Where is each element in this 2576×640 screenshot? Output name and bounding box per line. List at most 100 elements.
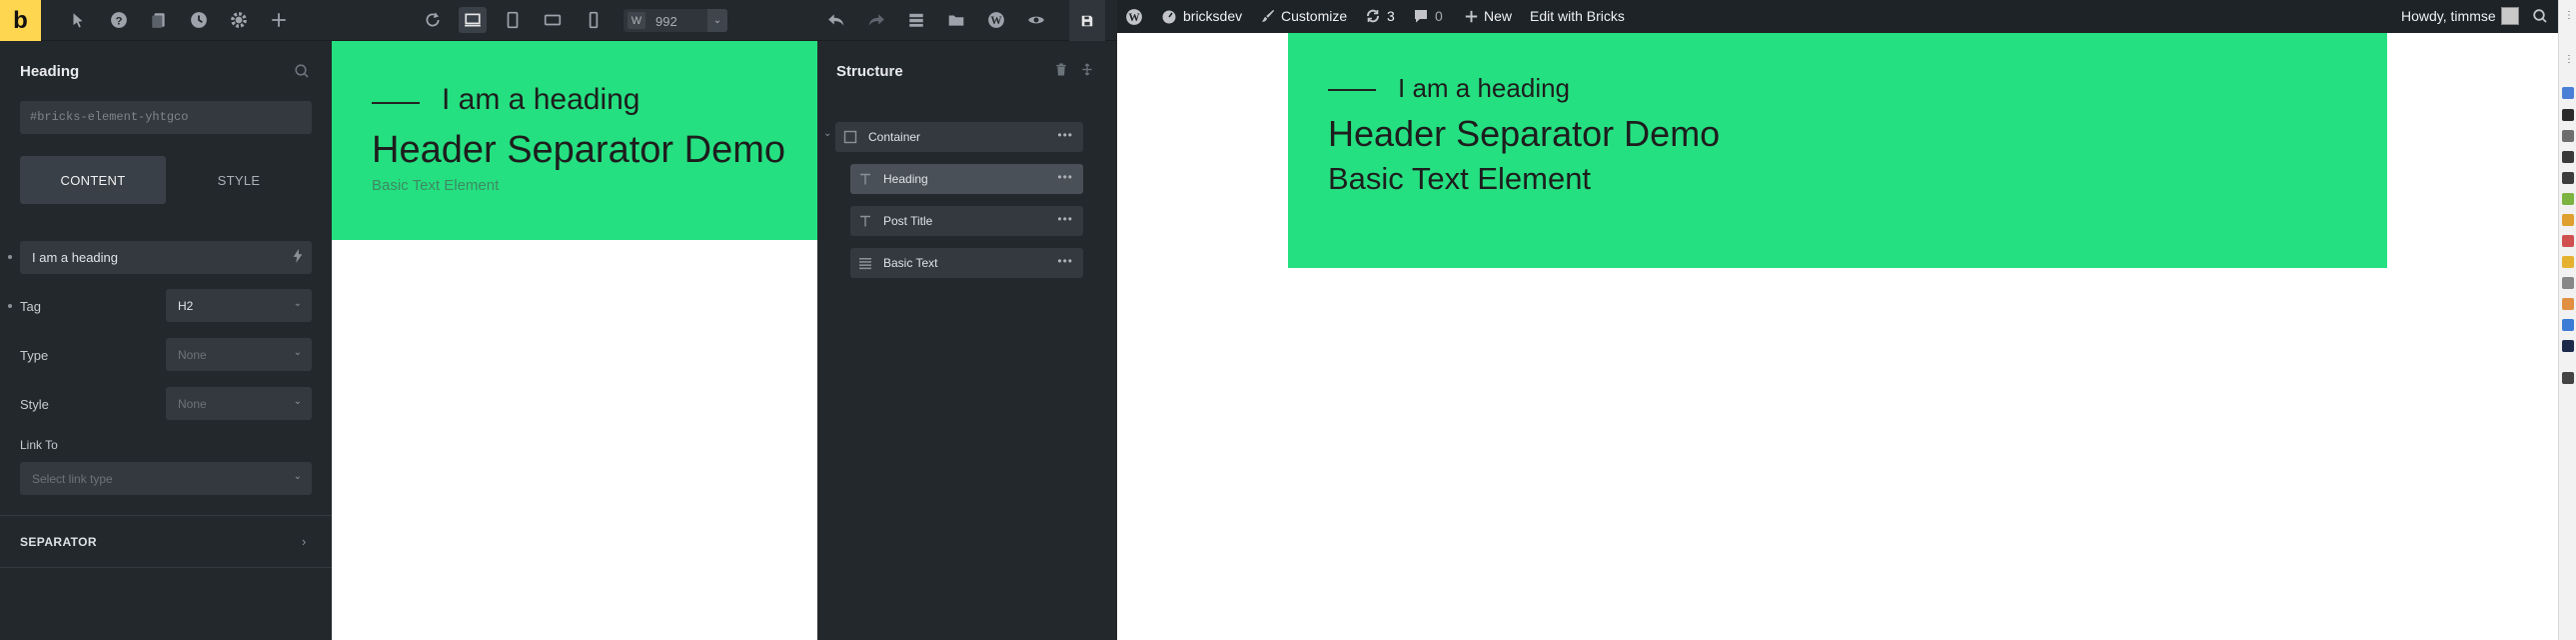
edit-with-bricks-label: Edit with Bricks: [1530, 8, 1625, 24]
more-vertical-icon[interactable]: ⋮: [2564, 54, 2574, 65]
reload-icon[interactable]: [423, 10, 443, 30]
wordpress-logo-icon[interactable]: W: [1125, 8, 1143, 26]
updates-count: 3: [1387, 8, 1395, 24]
builder-canvas[interactable]: I am a heading Header Separator Demo Bas…: [332, 41, 817, 640]
type-select[interactable]: None ⌄: [166, 338, 312, 371]
more-options-icon[interactable]: •••: [1057, 128, 1073, 142]
structure-item-post-title[interactable]: Post Title •••: [850, 206, 1083, 236]
svg-text:W: W: [990, 15, 1002, 27]
desktop-breakpoint-icon[interactable]: [459, 7, 487, 33]
chevron-down-icon: ⌄: [293, 347, 302, 358]
customize-link[interactable]: Customize: [1261, 8, 1347, 24]
folder-icon[interactable]: [946, 10, 966, 30]
more-options-icon[interactable]: •••: [1057, 254, 1073, 268]
home-icon[interactable]: [2562, 372, 2574, 384]
frontend-preview: I am a heading Header Separator Demo Bas…: [1117, 33, 2558, 640]
canvas-heading[interactable]: I am a heading: [442, 83, 640, 117]
trash-icon[interactable]: [1055, 63, 1067, 76]
app-icon[interactable]: [2562, 298, 2574, 310]
bricks-logo[interactable]: b: [0, 0, 41, 41]
structure-item-heading[interactable]: Heading •••: [850, 164, 1083, 194]
folder-icon[interactable]: [2562, 277, 2574, 289]
preview-eye-icon[interactable]: [1026, 10, 1046, 30]
save-button[interactable]: [1069, 0, 1105, 41]
heading-text-input[interactable]: I am a heading: [20, 241, 312, 274]
link-type-select[interactable]: Select link type ⌄: [20, 462, 312, 495]
comments-link[interactable]: 0: [1413, 8, 1443, 24]
text-t-icon: [858, 214, 872, 228]
system-sidebar: ⋮ ⋮: [2558, 0, 2576, 640]
tab-style[interactable]: STYLE: [166, 156, 312, 204]
canvas-basic-text[interactable]: Basic Text Element: [372, 177, 499, 194]
structure-item-container[interactable]: Container •••: [835, 122, 1083, 152]
structure-title: Structure: [836, 63, 903, 80]
frontend-basic-text: Basic Text Element: [1328, 161, 1592, 196]
chevron-down-icon: ⌄: [293, 471, 302, 482]
contacts-icon[interactable]: [2562, 151, 2574, 163]
collapse-caret-icon[interactable]: ⌄: [823, 128, 831, 139]
chevron-down-icon[interactable]: ⌄: [707, 9, 727, 32]
chevron-right-icon[interactable]: ›: [302, 534, 306, 549]
more-options-icon[interactable]: •••: [1057, 170, 1073, 184]
undo-icon[interactable]: [826, 10, 846, 30]
avatar[interactable]: [2501, 7, 2519, 25]
more-vertical-icon[interactable]: ⋮: [2564, 10, 2574, 21]
separator-section-toggle[interactable]: SEPARATOR: [20, 535, 97, 549]
type-select-value: None: [178, 348, 207, 362]
redo-icon[interactable]: [866, 10, 886, 30]
wordpress-icon[interactable]: W: [986, 10, 1006, 30]
style-select[interactable]: None ⌄: [166, 387, 312, 420]
expand-icon[interactable]: [1081, 63, 1093, 76]
wp-admin-bar: W bricksdev Customize 3 0 New Edit with …: [1117, 0, 2558, 33]
width-label: W: [628, 12, 645, 29]
more-options-icon[interactable]: •••: [1057, 212, 1073, 226]
app-icon[interactable]: [2562, 319, 2574, 331]
structure-item-basic-text[interactable]: Basic Text •••: [850, 248, 1083, 278]
app-icon[interactable]: [2562, 235, 2574, 247]
canvas-post-title[interactable]: Header Separator Demo: [372, 129, 785, 172]
add-element-icon[interactable]: [269, 10, 289, 30]
site-name-link[interactable]: bricksdev: [1161, 8, 1242, 24]
app-icon[interactable]: [2562, 87, 2574, 99]
mobile-icon[interactable]: [584, 10, 604, 30]
clipboard-icon[interactable]: [2562, 172, 2574, 184]
tag-label: Tag: [20, 299, 41, 314]
help-icon[interactable]: ?: [109, 10, 129, 30]
history-icon[interactable]: [189, 10, 209, 30]
frontend-post-title: Header Separator Demo: [1328, 113, 1721, 154]
paintbrush-icon: [1261, 9, 1275, 23]
edit-with-bricks-link[interactable]: Edit with Bricks: [1530, 8, 1625, 24]
container-section[interactable]: I am a heading Header Separator Demo Bas…: [332, 41, 817, 240]
search-icon[interactable]: [294, 63, 310, 79]
templates-icon[interactable]: [906, 10, 926, 30]
tablet-portrait-icon[interactable]: [503, 10, 523, 30]
css-id-input[interactable]: #bricks-element-yhtgco: [20, 101, 312, 134]
element-settings-panel: Heading #bricks-element-yhtgco CONTENT S…: [0, 41, 332, 640]
tablet-landscape-icon[interactable]: [543, 10, 563, 30]
folder-icon[interactable]: [2562, 214, 2574, 226]
mail-icon[interactable]: [2562, 109, 2574, 121]
dashboard-gauge-icon: [1161, 8, 1177, 24]
new-content-link[interactable]: New: [1465, 8, 1512, 24]
settings-gear-icon[interactable]: [229, 10, 249, 30]
app-icon[interactable]: [2562, 193, 2574, 205]
terminal-icon[interactable]: [2562, 340, 2574, 352]
tab-content[interactable]: CONTENT: [20, 156, 166, 204]
canvas-width-field[interactable]: W 992 ⌄: [624, 9, 727, 32]
chevron-down-icon: ⌄: [293, 396, 302, 407]
square-icon: [843, 130, 857, 144]
pages-icon[interactable]: [149, 10, 169, 30]
my-account-link[interactable]: Howdy, timmse: [2401, 8, 2496, 24]
heading-text-value: I am a heading: [32, 250, 119, 265]
app-icon[interactable]: [2562, 256, 2574, 268]
comments-count: 0: [1435, 8, 1443, 24]
updates-link[interactable]: 3: [1365, 8, 1395, 24]
cursor-icon[interactable]: [68, 10, 88, 30]
dynamic-data-bolt-icon[interactable]: [292, 249, 304, 263]
structure-item-label: Container: [868, 130, 921, 144]
tag-select[interactable]: H2 ⌄: [166, 289, 312, 322]
search-icon[interactable]: [2532, 8, 2548, 24]
calendar-icon[interactable]: [2562, 130, 2574, 142]
panel-title: Heading: [20, 63, 80, 80]
setting-indicator-dot: [8, 304, 12, 308]
